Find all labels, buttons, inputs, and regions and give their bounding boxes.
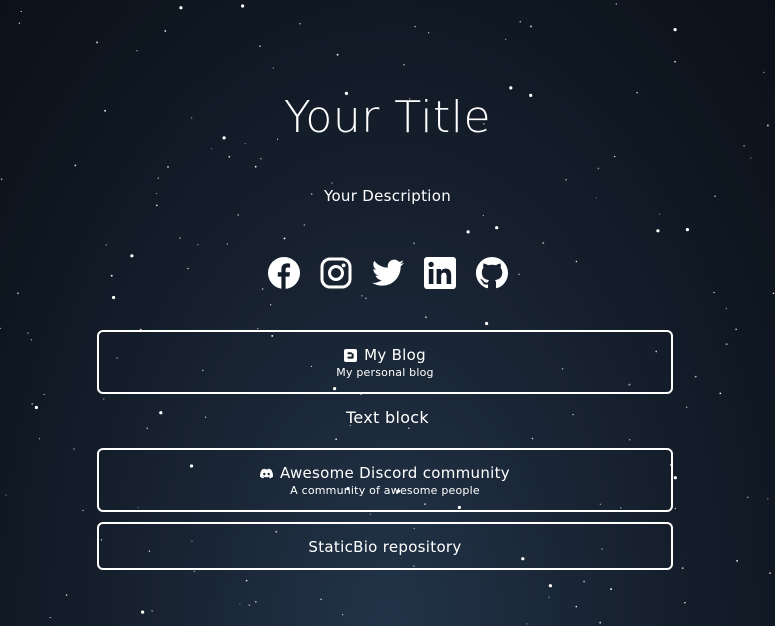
instagram-link[interactable] — [320, 256, 352, 290]
linkedin-link[interactable] — [423, 256, 456, 290]
repository-link-label: StaticBio repository — [308, 538, 462, 556]
facebook-link[interactable] — [267, 256, 300, 290]
github-link[interactable] — [475, 256, 508, 290]
github-icon — [475, 257, 508, 289]
discord-icon — [260, 467, 273, 480]
page-title: Your Title — [283, 92, 492, 143]
discord-link-button[interactable]: Awesome Discord community A community of… — [97, 448, 673, 512]
facebook-icon — [267, 257, 300, 289]
twitter-link[interactable] — [371, 256, 404, 290]
blog-link-subtitle: My personal blog — [336, 366, 434, 379]
discord-link-subtitle: A community of awesome people — [290, 484, 480, 497]
page-container: Your Title Your Description My Blog My p… — [0, 0, 775, 626]
blog-link-title: My Blog — [99, 346, 671, 364]
blog-link-label: My Blog — [364, 346, 426, 364]
repository-link-title: StaticBio repository — [99, 538, 671, 556]
discord-link-label: Awesome Discord community — [280, 464, 510, 482]
instagram-icon — [320, 257, 351, 289]
twitter-icon — [371, 259, 404, 286]
social-links — [0, 256, 775, 290]
linkedin-icon — [423, 257, 456, 289]
repository-link-button[interactable]: StaticBio repository — [97, 522, 673, 570]
blogger-icon — [344, 348, 358, 362]
text-block: Text block — [346, 408, 429, 427]
blog-link-button[interactable]: My Blog My personal blog — [97, 330, 673, 394]
discord-link-title: Awesome Discord community — [99, 464, 671, 482]
page-description: Your Description — [323, 187, 452, 205]
